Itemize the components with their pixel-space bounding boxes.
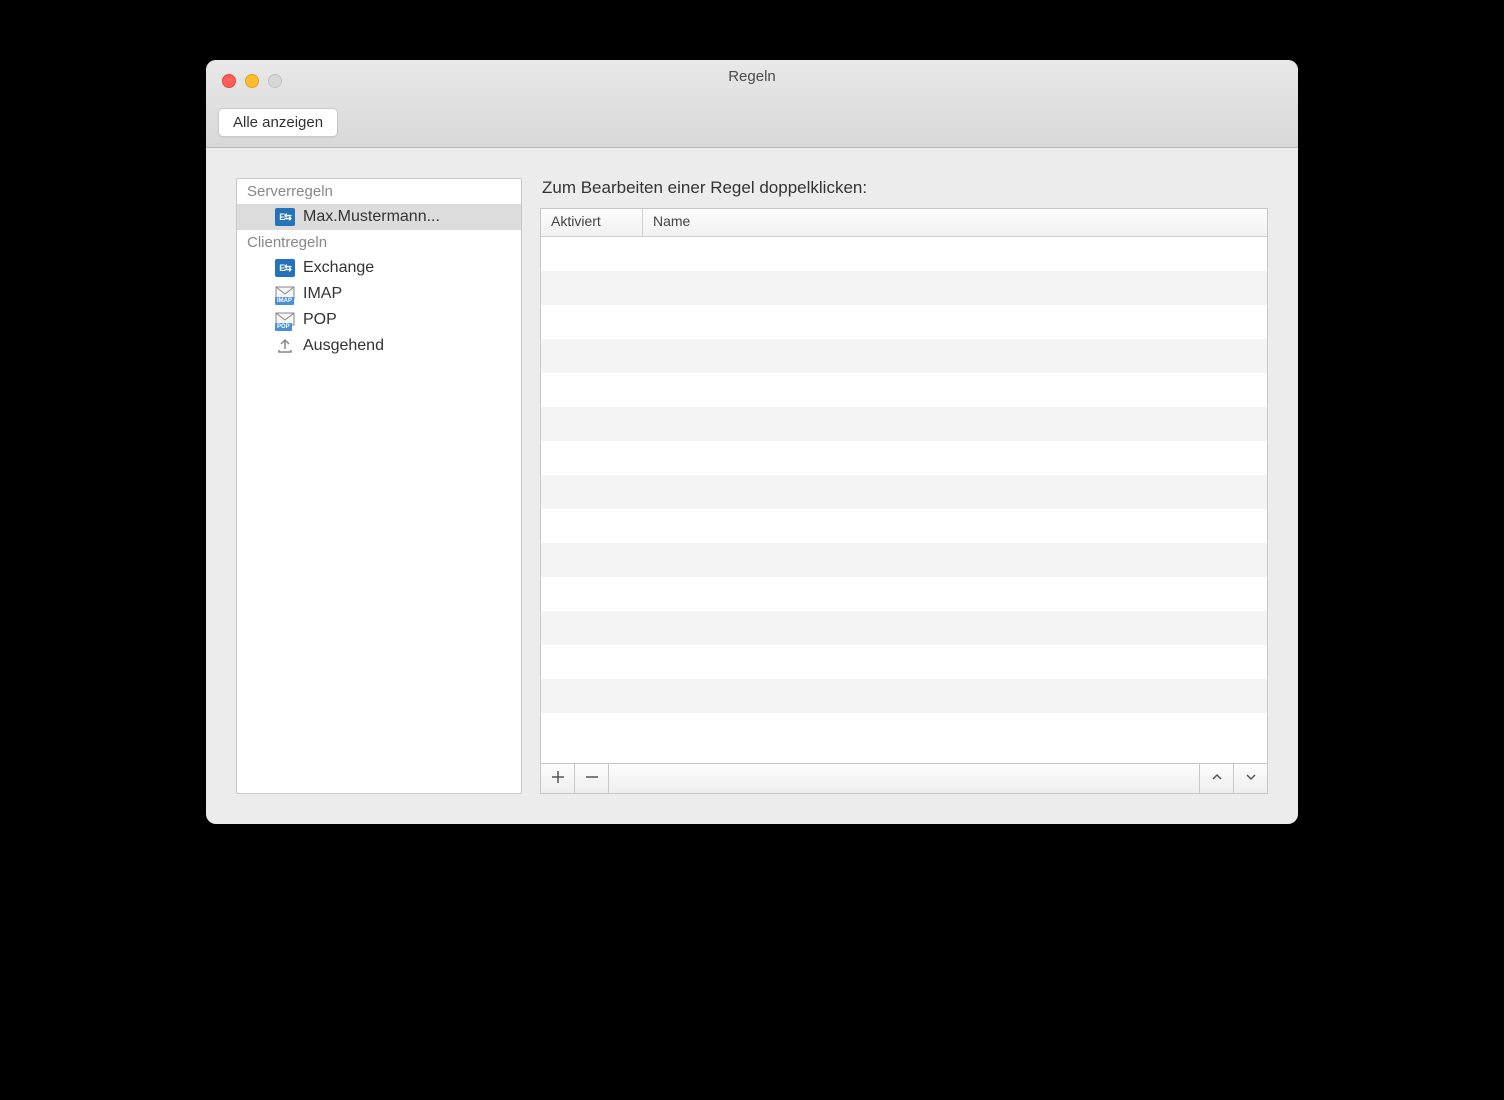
table-header: Aktiviert Name (541, 209, 1267, 237)
sidebar-item-label: POP (303, 311, 337, 329)
table-row (541, 611, 1267, 645)
remove-rule-button[interactable] (575, 764, 609, 793)
imap-envelope-icon: IMAP (275, 284, 295, 304)
show-all-button[interactable]: Alle anzeigen (218, 108, 338, 137)
pop-envelope-icon: POP (275, 310, 295, 330)
table-row (541, 271, 1267, 305)
column-header-aktiviert[interactable]: Aktiviert (541, 209, 643, 236)
sidebar-item-outgoing[interactable]: Ausgehend (237, 333, 521, 359)
table-row (541, 509, 1267, 543)
table-row (541, 441, 1267, 475)
sidebar-item-label: Max.Mustermann... (303, 208, 440, 226)
table-row (541, 577, 1267, 611)
plus-icon (551, 768, 565, 789)
rules-window: Regeln Alle anzeigen Serverregeln E⇆ Max… (206, 60, 1298, 824)
exchange-icon: E⇆ (275, 258, 295, 278)
table-body[interactable] (541, 237, 1267, 763)
footer-spacer (609, 764, 1199, 793)
add-rule-button[interactable] (541, 764, 575, 793)
move-up-button[interactable] (1199, 764, 1233, 793)
edit-hint: Zum Bearbeiten einer Regel doppelklicken… (540, 178, 1268, 198)
sidebar-item-imap[interactable]: IMAP IMAP (237, 281, 521, 307)
window-title: Regeln (206, 68, 1298, 85)
sidebar-section-server-rules: Serverregeln (237, 179, 521, 204)
minus-icon (585, 768, 599, 789)
main-panel: Zum Bearbeiten einer Regel doppelklicken… (540, 178, 1268, 794)
column-header-name[interactable]: Name (643, 209, 1267, 236)
exchange-icon: E⇆ (275, 207, 295, 227)
titlebar: Regeln Alle anzeigen (206, 60, 1298, 148)
sidebar-item-account[interactable]: E⇆ Max.Mustermann... (237, 204, 521, 230)
move-down-button[interactable] (1233, 764, 1267, 793)
outgoing-icon (275, 336, 295, 356)
table-row (541, 407, 1267, 441)
toolbar: Alle anzeigen (218, 108, 338, 137)
sidebar: Serverregeln E⇆ Max.Mustermann... Client… (236, 178, 522, 794)
chevron-down-icon (1244, 768, 1258, 789)
table-row (541, 237, 1267, 271)
table-row (541, 679, 1267, 713)
table-row (541, 339, 1267, 373)
sidebar-item-label: Exchange (303, 259, 374, 277)
table-row (541, 373, 1267, 407)
table-row (541, 475, 1267, 509)
table-footer (541, 763, 1267, 793)
sidebar-item-exchange[interactable]: E⇆ Exchange (237, 255, 521, 281)
sidebar-item-pop[interactable]: POP POP (237, 307, 521, 333)
table-row (541, 543, 1267, 577)
sidebar-item-label: IMAP (303, 285, 342, 303)
chevron-up-icon (1210, 768, 1224, 789)
table-row (541, 305, 1267, 339)
rules-table: Aktiviert Name (540, 208, 1268, 794)
sidebar-item-label: Ausgehend (303, 337, 384, 355)
table-row (541, 645, 1267, 679)
sidebar-section-client-rules: Clientregeln (237, 230, 521, 255)
content: Serverregeln E⇆ Max.Mustermann... Client… (206, 148, 1298, 824)
